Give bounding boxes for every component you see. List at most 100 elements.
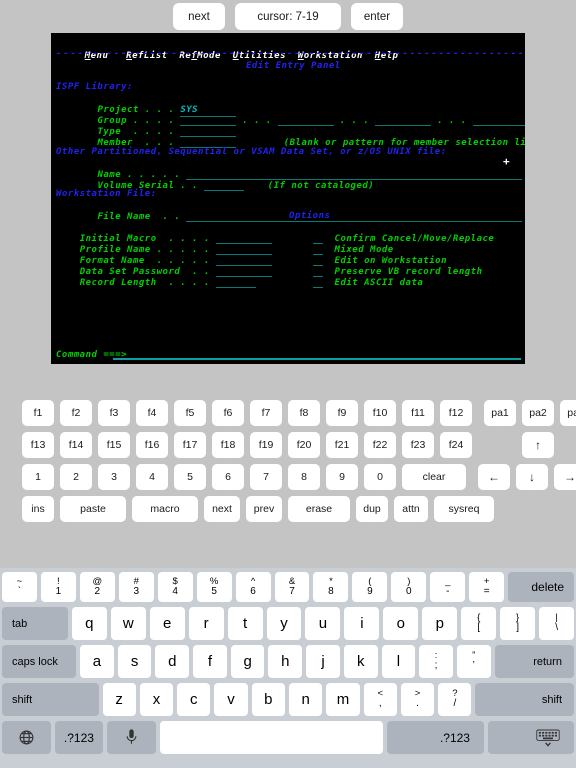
- kb-key-tilde-backtick[interactable]: ~ `: [1, 572, 37, 602]
- kb-key-4[interactable]: $4: [157, 572, 193, 602]
- kb-key-6[interactable]: ^ 6: [235, 572, 271, 602]
- key-sysreq[interactable]: sysreq: [434, 496, 494, 522]
- key-f24[interactable]: f24: [440, 432, 472, 458]
- kb-key-t[interactable]: t: [227, 607, 263, 640]
- key-num-3[interactable]: 3: [98, 464, 130, 490]
- kb-key-1[interactable]: ! 1: [40, 572, 76, 602]
- key-prev[interactable]: prev: [246, 496, 282, 522]
- kb-key-slash[interactable]: ? /: [438, 683, 472, 716]
- next-button[interactable]: next: [173, 3, 225, 30]
- kb-key-bracket-right[interactable]: }]: [500, 607, 536, 640]
- volume-serial-input[interactable]: [204, 181, 244, 191]
- key-num-8[interactable]: 8: [288, 464, 320, 490]
- kb-key-l[interactable]: l: [381, 645, 416, 678]
- kb-key-8[interactable]: * 8: [313, 572, 349, 602]
- key-num-9[interactable]: 9: [326, 464, 358, 490]
- group-input-2[interactable]: [277, 116, 334, 126]
- key-num-7[interactable]: 7: [250, 464, 282, 490]
- kb-key-pipe-backslash[interactable]: | \: [539, 607, 575, 640]
- key-f15[interactable]: f15: [98, 432, 130, 458]
- kb-key-b[interactable]: b: [251, 683, 285, 716]
- key-arrow-down[interactable]: ↓: [516, 464, 548, 490]
- key-num-5[interactable]: 5: [174, 464, 206, 490]
- key-pa2[interactable]: pa2: [522, 400, 554, 426]
- kb-key-n[interactable]: n: [289, 683, 323, 716]
- kb-key-5[interactable]: % 5: [196, 572, 232, 602]
- key-f12[interactable]: f12: [440, 400, 472, 426]
- kb-key-i[interactable]: i: [344, 607, 380, 640]
- kb-key-colon-semicolon[interactable]: :;: [419, 645, 453, 678]
- key-f9[interactable]: f9: [326, 400, 358, 426]
- kb-key-plus-equals[interactable]: + =: [469, 572, 505, 602]
- key-num-2[interactable]: 2: [60, 464, 92, 490]
- kb-key-0[interactable]: ) 0: [391, 572, 427, 602]
- key-macro[interactable]: macro: [132, 496, 198, 522]
- kb-key-h[interactable]: h: [268, 645, 303, 678]
- microphone-icon[interactable]: [107, 721, 156, 754]
- kb-key-bracket-left[interactable]: {[: [461, 607, 497, 640]
- key-f5[interactable]: f5: [174, 400, 206, 426]
- key-num-4[interactable]: 4: [136, 464, 168, 490]
- kb-key-7[interactable]: & 7: [274, 572, 310, 602]
- kb-key-3[interactable]: #3: [118, 572, 154, 602]
- key-attn[interactable]: attn: [394, 496, 428, 522]
- enter-button[interactable]: enter: [351, 3, 403, 30]
- kb-key-r[interactable]: r: [188, 607, 224, 640]
- kb-key-v[interactable]: v: [214, 683, 248, 716]
- kb-key-underscore-hyphen[interactable]: _ -: [430, 572, 466, 602]
- group-input-4[interactable]: [472, 116, 525, 126]
- key-ins[interactable]: ins: [22, 496, 54, 522]
- command-input-underline[interactable]: [113, 358, 521, 360]
- kb-key-c[interactable]: c: [177, 683, 211, 716]
- kb-key-q[interactable]: q: [71, 607, 107, 640]
- kb-key-d[interactable]: d: [155, 645, 190, 678]
- kb-key-tab[interactable]: tab: [1, 607, 68, 640]
- kb-key-m[interactable]: m: [326, 683, 360, 716]
- record-length-input[interactable]: [215, 278, 256, 288]
- key-f1[interactable]: f1: [22, 400, 54, 426]
- kb-key-numeric-left[interactable]: .?123: [54, 721, 104, 754]
- key-f6[interactable]: f6: [212, 400, 244, 426]
- key-paste[interactable]: paste: [60, 496, 126, 522]
- key-num-6[interactable]: 6: [212, 464, 244, 490]
- key-f7[interactable]: f7: [250, 400, 282, 426]
- key-arrow-right[interactable]: →: [554, 464, 576, 490]
- cursor-position-indicator[interactable]: cursor: 7-19: [235, 3, 341, 30]
- kb-key-e[interactable]: e: [149, 607, 185, 640]
- kb-key-s[interactable]: s: [117, 645, 152, 678]
- option-checkbox-edit-ascii[interactable]: [312, 278, 323, 288]
- kb-key-2[interactable]: @2: [79, 572, 115, 602]
- key-f22[interactable]: f22: [364, 432, 396, 458]
- kb-key-caps-lock[interactable]: caps lock: [2, 645, 77, 678]
- key-num-0[interactable]: 0: [364, 464, 396, 490]
- kb-key-x[interactable]: x: [139, 683, 174, 716]
- kb-key-u[interactable]: u: [305, 607, 341, 640]
- file-name-input[interactable]: [186, 212, 523, 222]
- kb-key-period[interactable]: >.: [400, 683, 435, 716]
- key-arrow-left[interactable]: ←: [478, 464, 510, 490]
- kb-key-y[interactable]: y: [266, 607, 302, 640]
- key-f4[interactable]: f4: [136, 400, 168, 426]
- kb-key-quote[interactable]: ”’: [456, 645, 491, 678]
- kb-key-shift-left[interactable]: shift: [1, 683, 99, 716]
- key-f10[interactable]: f10: [364, 400, 396, 426]
- key-f19[interactable]: f19: [250, 432, 282, 458]
- key-f21[interactable]: f21: [326, 432, 358, 458]
- kb-key-numeric-right[interactable]: .?123: [387, 721, 484, 754]
- key-f8[interactable]: f8: [288, 400, 320, 426]
- kb-key-k[interactable]: k: [343, 645, 378, 678]
- key-f14[interactable]: f14: [60, 432, 92, 458]
- key-dup[interactable]: dup: [356, 496, 388, 522]
- kb-key-z[interactable]: z: [102, 683, 136, 716]
- key-arrow-up[interactable]: ↑: [522, 432, 554, 458]
- key-f11[interactable]: f11: [402, 400, 434, 426]
- kb-key-w[interactable]: w: [110, 607, 146, 640]
- kb-key-a[interactable]: a: [80, 645, 114, 678]
- key-clear[interactable]: clear: [402, 464, 466, 490]
- key-f2[interactable]: f2: [60, 400, 92, 426]
- group-input-3[interactable]: [375, 116, 432, 126]
- kb-key-p[interactable]: p: [422, 607, 458, 640]
- kb-key-9[interactable]: (9: [352, 572, 388, 602]
- kb-key-o[interactable]: o: [383, 607, 419, 640]
- kb-key-f[interactable]: f: [193, 645, 227, 678]
